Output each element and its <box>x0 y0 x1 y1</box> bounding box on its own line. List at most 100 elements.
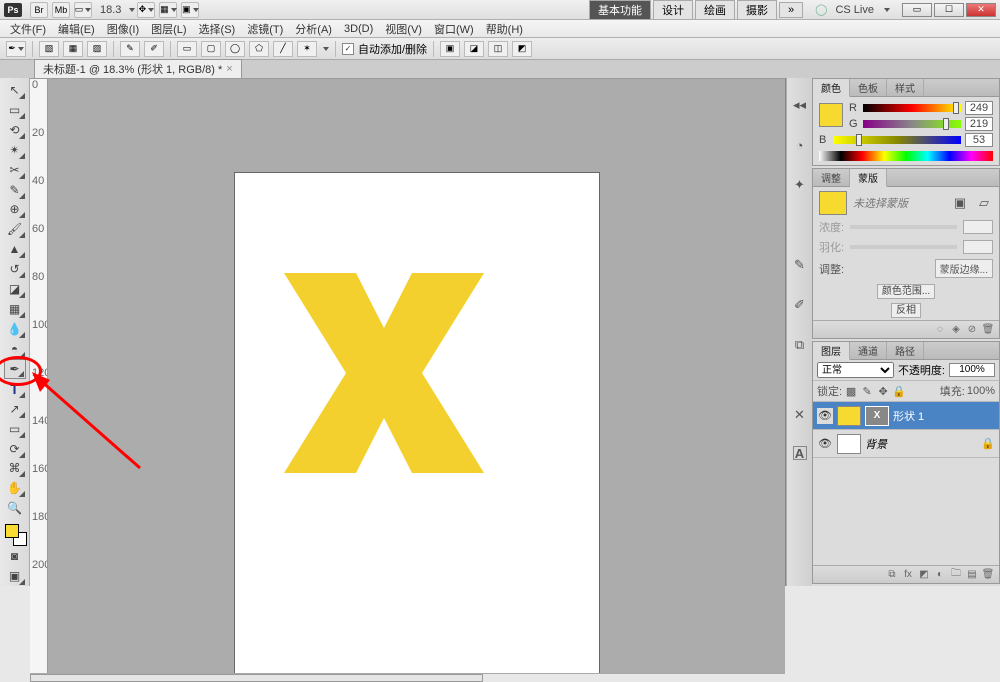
shape-layers-icon[interactable]: ▧ <box>39 41 59 57</box>
canvas-zone[interactable] <box>48 79 785 673</box>
menu-image[interactable]: 图像(I) <box>101 20 145 38</box>
freeform-pen-icon[interactable]: ✐ <box>144 41 164 57</box>
window-close-button[interactable]: ✕ <box>966 3 996 17</box>
history-brush-tool[interactable]: ↺ <box>4 259 26 279</box>
custom-shape-icon[interactable]: ✶ <box>297 41 317 57</box>
color-swatches[interactable] <box>3 522 27 546</box>
color-preview-swatch[interactable] <box>819 103 843 127</box>
menu-analysis[interactable]: 分析(A) <box>289 20 338 38</box>
menu-filter[interactable]: 滤镜(T) <box>241 20 289 38</box>
pixel-mask-icon[interactable]: ▣ <box>951 194 969 212</box>
type-tool[interactable]: T <box>4 379 26 399</box>
new-layer-icon[interactable]: ▤ <box>965 568 979 582</box>
apply-mask-icon[interactable]: ◈ <box>949 323 963 337</box>
path-select-tool[interactable]: ↗ <box>4 399 26 419</box>
delete-layer-icon[interactable]: 🗑 <box>981 568 995 582</box>
path-intersect-icon[interactable]: ◫ <box>488 41 508 57</box>
auto-add-delete-checkbox[interactable]: ✓ <box>342 43 354 55</box>
path-exclude-icon[interactable]: ◩ <box>512 41 532 57</box>
load-selection-icon[interactable]: ◌ <box>933 323 947 337</box>
paths-tab[interactable]: 路径 <box>887 342 924 359</box>
stamp-tool[interactable]: ▲ <box>4 239 26 259</box>
dodge-tool[interactable]: ◓ <box>4 339 26 359</box>
screen-mode-icon[interactable]: ▣ <box>181 2 199 18</box>
feather-value[interactable] <box>963 240 993 254</box>
eraser-tool[interactable]: ◪ <box>4 279 26 299</box>
b-value[interactable]: 53 <box>965 133 993 147</box>
density-value[interactable] <box>963 220 993 234</box>
character-panel-icon[interactable]: ✕ <box>791 406 809 424</box>
invert-button[interactable]: 反相 <box>891 303 921 318</box>
workspace-paint[interactable]: 绘画 <box>695 0 735 20</box>
delete-mask-icon[interactable]: 🗑 <box>981 323 995 337</box>
paths-mode-icon[interactable]: ▦ <box>63 41 83 57</box>
workspace-photo[interactable]: 摄影 <box>737 0 777 20</box>
polygon-shape-icon[interactable]: ⬠ <box>249 41 269 57</box>
r-value[interactable]: 249 <box>965 101 993 115</box>
minibridge-icon[interactable]: Mb <box>52 2 70 18</box>
shape-options-dropdown-icon[interactable] <box>323 47 329 51</box>
link-layers-icon[interactable]: ⧉ <box>885 568 899 582</box>
collapse-icon[interactable]: ◂◂ <box>791 96 809 114</box>
b-slider[interactable] <box>833 136 961 144</box>
brushes-panel-icon[interactable]: ✎ <box>791 256 809 274</box>
document-tab[interactable]: 未标题-1 @ 18.3% (形状 1, RGB/8) * × <box>34 59 242 78</box>
quickmask-tool[interactable]: ◙ <box>4 546 26 566</box>
menu-help[interactable]: 帮助(H) <box>480 20 529 38</box>
swatches-tab[interactable]: 色板 <box>850 79 887 96</box>
visibility-icon[interactable]: 👁 <box>817 436 833 452</box>
workspace-more[interactable]: » <box>779 2 803 18</box>
swatches-panel-icon[interactable]: ✦ <box>791 176 809 194</box>
hand-tool[interactable]: ✋ <box>4 478 26 498</box>
lock-all-icon[interactable]: 🔒 <box>892 384 906 398</box>
opacity-value[interactable]: 100% <box>949 363 995 377</box>
cslive-icon[interactable]: ◯ <box>815 3 827 16</box>
fill-value[interactable]: 100% <box>967 385 995 397</box>
zoom-tool[interactable]: 🔍 <box>4 498 26 518</box>
crop-tool[interactable]: ✂ <box>4 160 26 180</box>
lasso-tool[interactable]: ⟲ <box>4 120 26 140</box>
menu-view[interactable]: 视图(V) <box>379 20 428 38</box>
layer-mask-icon[interactable]: ◩ <box>917 568 931 582</box>
paragraph-panel-icon[interactable]: A <box>793 446 807 460</box>
marquee-tool[interactable]: ▭ <box>4 100 26 120</box>
view-extras-icon[interactable]: ▭ <box>74 2 92 18</box>
ruler-vertical[interactable]: 020406080100120140160180200 <box>30 79 48 673</box>
quick-select-tool[interactable]: ✴ <box>4 140 26 160</box>
adjustment-layer-icon[interactable]: ◐ <box>933 568 947 582</box>
layer-style-icon[interactable]: fx <box>901 568 915 582</box>
3d-tool[interactable]: ⟳ <box>4 439 26 459</box>
hand-quick-icon[interactable]: ✥ <box>137 2 155 18</box>
layer-shape1[interactable]: 👁 X 形状 1 <box>813 402 999 430</box>
3d-camera-tool[interactable]: ⌘ <box>4 459 26 479</box>
styles-tab[interactable]: 样式 <box>887 79 924 96</box>
screenmode-tool[interactable]: ▣ <box>4 566 26 586</box>
heal-tool[interactable]: ⊕ <box>4 200 26 220</box>
lock-transparent-icon[interactable]: ▩ <box>844 384 858 398</box>
color-range-button[interactable]: 颜色范围... <box>877 284 935 299</box>
path-combine-icon[interactable]: ▣ <box>440 41 460 57</box>
horizontal-scrollbar[interactable] <box>30 673 785 674</box>
workspace-basic[interactable]: 基本功能 <box>589 0 651 20</box>
blur-tool[interactable]: 💧 <box>4 319 26 339</box>
move-tool[interactable]: ↖ <box>4 80 26 100</box>
line-shape-icon[interactable]: ╱ <box>273 41 293 57</box>
pen-tool-preview-icon[interactable]: ✒ <box>6 41 26 57</box>
zoom-value[interactable]: 18.3 <box>100 4 121 16</box>
gradient-tool[interactable]: ▦ <box>4 299 26 319</box>
bridge-icon[interactable]: Br <box>30 2 48 18</box>
color-tab[interactable]: 颜色 <box>813 79 850 97</box>
r-slider[interactable] <box>863 104 961 112</box>
cslive-label[interactable]: CS Live <box>835 4 874 16</box>
foreground-swatch[interactable] <box>5 524 19 538</box>
rect-shape-icon[interactable]: ▭ <box>177 41 197 57</box>
workspace-design[interactable]: 设计 <box>653 0 693 20</box>
vector-mask-icon[interactable]: ▱ <box>975 194 993 212</box>
g-slider[interactable] <box>863 120 961 128</box>
g-value[interactable]: 219 <box>965 117 993 131</box>
window-maximize-button[interactable]: ☐ <box>934 3 964 17</box>
layer-vector-mask-thumb[interactable]: X <box>865 406 889 426</box>
group-icon[interactable]: 🗀 <box>949 568 963 582</box>
menu-layer[interactable]: 图层(L) <box>145 20 192 38</box>
shape-tool[interactable]: ▭ <box>4 419 26 439</box>
